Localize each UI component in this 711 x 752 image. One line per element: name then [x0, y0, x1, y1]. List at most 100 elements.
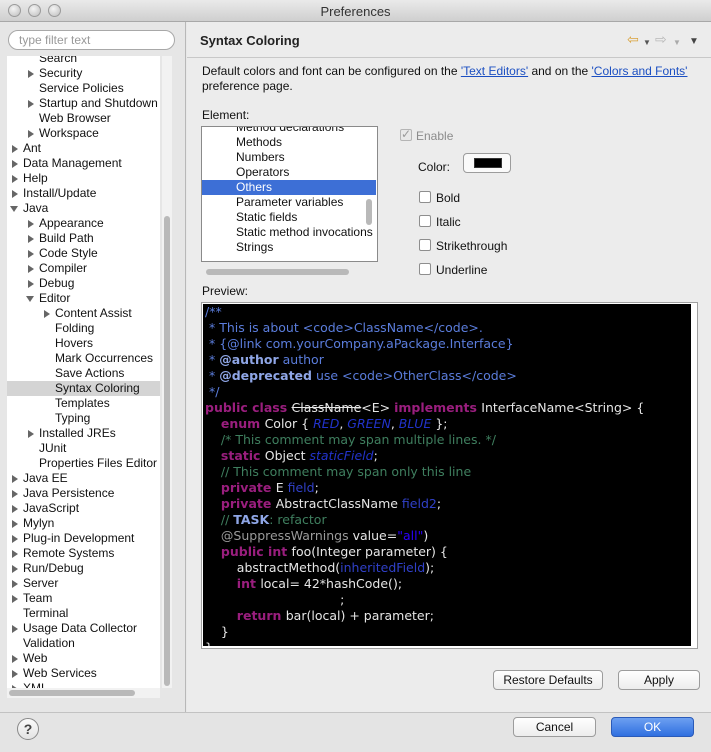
- tree-item[interactable]: Java: [7, 201, 160, 216]
- tree-item[interactable]: Run/Debug: [7, 561, 160, 576]
- tree-item[interactable]: Search: [7, 56, 160, 66]
- collapsed-triangle-icon[interactable]: [28, 70, 34, 78]
- tree-item[interactable]: Hovers: [7, 336, 160, 351]
- collapsed-triangle-icon[interactable]: [28, 130, 34, 138]
- strikethrough-checkbox[interactable]: [419, 239, 431, 251]
- tree-item[interactable]: Code Style: [7, 246, 160, 261]
- element-list-item[interactable]: Numbers: [202, 150, 376, 165]
- tree-item[interactable]: Terminal: [7, 606, 160, 621]
- bold-checkbox[interactable]: [419, 191, 431, 203]
- tree-item[interactable]: Appearance: [7, 216, 160, 231]
- tree-horizontal-scrollbar[interactable]: [7, 688, 160, 698]
- back-dropdown-icon[interactable]: ▼: [643, 36, 651, 50]
- tree-item[interactable]: Server: [7, 576, 160, 591]
- tree-item[interactable]: Debug: [7, 276, 160, 291]
- collapsed-triangle-icon[interactable]: [28, 220, 34, 228]
- collapsed-triangle-icon[interactable]: [28, 430, 34, 438]
- scroll-thumb[interactable]: [164, 216, 170, 686]
- tree-item[interactable]: Security: [7, 66, 160, 81]
- cancel-button[interactable]: Cancel: [513, 717, 596, 737]
- tree-item[interactable]: Install/Update: [7, 186, 160, 201]
- collapsed-triangle-icon[interactable]: [12, 655, 18, 663]
- tree-item[interactable]: Installed JREs: [7, 426, 160, 441]
- preference-tree[interactable]: Search Security Service Policies Startup an…: [7, 56, 160, 688]
- collapsed-triangle-icon[interactable]: [12, 625, 18, 633]
- tree-item[interactable]: Typing: [7, 411, 160, 426]
- element-list-item[interactable]: Parameter variables: [202, 195, 376, 210]
- tree-item[interactable]: Java Persistence: [7, 486, 160, 501]
- tree-item[interactable]: Save Actions: [7, 366, 160, 381]
- ok-button[interactable]: OK: [611, 717, 694, 737]
- tree-item[interactable]: Startup and Shutdown: [7, 96, 160, 111]
- collapsed-triangle-icon[interactable]: [28, 100, 34, 108]
- collapsed-triangle-icon[interactable]: [12, 535, 18, 543]
- collapsed-triangle-icon[interactable]: [12, 145, 18, 153]
- color-picker-button[interactable]: [463, 153, 511, 173]
- collapsed-triangle-icon[interactable]: [12, 520, 18, 528]
- collapsed-triangle-icon[interactable]: [12, 505, 18, 513]
- italic-checkbox[interactable]: [419, 215, 431, 227]
- tree-item[interactable]: Java EE: [7, 471, 160, 486]
- tree-item[interactable]: Usage Data Collector: [7, 621, 160, 636]
- apply-button[interactable]: Apply: [618, 670, 700, 690]
- tree-item[interactable]: Web Services: [7, 666, 160, 681]
- tree-item[interactable]: Templates: [7, 396, 160, 411]
- element-list-vertical-scroll-thumb[interactable]: [366, 199, 372, 225]
- tree-item[interactable]: Data Management: [7, 156, 160, 171]
- collapsed-triangle-icon[interactable]: [12, 550, 18, 558]
- element-list-horizontal-scroll-thumb[interactable]: [206, 269, 349, 275]
- collapsed-triangle-icon[interactable]: [12, 175, 18, 183]
- tree-vertical-scrollbar[interactable]: [162, 56, 172, 688]
- underline-checkbox[interactable]: [419, 263, 431, 275]
- collapsed-triangle-icon[interactable]: [12, 580, 18, 588]
- tree-item[interactable]: JavaScript: [7, 501, 160, 516]
- text-editors-link[interactable]: 'Text Editors': [461, 64, 528, 78]
- tree-item[interactable]: Properties Files Editor: [7, 456, 160, 471]
- help-icon[interactable]: ?: [17, 718, 39, 740]
- collapsed-triangle-icon[interactable]: [12, 670, 18, 678]
- expanded-triangle-icon[interactable]: [26, 296, 34, 302]
- collapsed-triangle-icon[interactable]: [12, 190, 18, 198]
- element-list-item[interactable]: Methods: [202, 135, 376, 150]
- tree-item[interactable]: XML: [7, 681, 160, 688]
- enable-checkbox[interactable]: [400, 127, 412, 141]
- collapsed-triangle-icon[interactable]: [28, 250, 34, 258]
- forward-dropdown-icon[interactable]: ▼: [673, 36, 681, 50]
- view-menu-icon[interactable]: ▼: [689, 35, 699, 49]
- restore-defaults-button[interactable]: Restore Defaults: [493, 670, 603, 690]
- element-list-item[interactable]: Others: [202, 180, 376, 195]
- forward-arrow-icon[interactable]: ⇨: [655, 32, 667, 46]
- tree-item[interactable]: Mark Occurrences: [7, 351, 160, 366]
- colors-and-fonts-link[interactable]: 'Colors and Fonts': [592, 64, 688, 78]
- tree-item[interactable]: Ant: [7, 141, 160, 156]
- tree-item[interactable]: Web: [7, 651, 160, 666]
- tree-item[interactable]: Workspace: [7, 126, 160, 141]
- scroll-thumb[interactable]: [9, 690, 135, 696]
- code-preview[interactable]: /** * This is about <code>ClassName</cod…: [203, 304, 691, 646]
- collapsed-triangle-icon[interactable]: [12, 160, 18, 168]
- collapsed-triangle-icon[interactable]: [12, 595, 18, 603]
- element-list-item[interactable]: Strings: [202, 240, 376, 255]
- tree-item[interactable]: Build Path: [7, 231, 160, 246]
- tree-item[interactable]: Content Assist: [7, 306, 160, 321]
- element-list-item[interactable]: Operators: [202, 165, 376, 180]
- collapsed-triangle-icon[interactable]: [28, 265, 34, 273]
- expanded-triangle-icon[interactable]: [10, 206, 18, 212]
- tree-item[interactable]: Editor: [7, 291, 160, 306]
- tree-item[interactable]: Validation: [7, 636, 160, 651]
- tree-item[interactable]: Plug-in Development: [7, 531, 160, 546]
- element-list[interactable]: Method declarations Methods Numbers Operato…: [201, 126, 378, 262]
- tree-item[interactable]: Web Browser: [7, 111, 160, 126]
- tree-item[interactable]: Help: [7, 171, 160, 186]
- tree-item[interactable]: JUnit: [7, 441, 160, 456]
- collapsed-triangle-icon[interactable]: [28, 235, 34, 243]
- back-arrow-icon[interactable]: ⇦: [627, 32, 639, 46]
- collapsed-triangle-icon[interactable]: [28, 280, 34, 288]
- collapsed-triangle-icon[interactable]: [12, 490, 18, 498]
- element-list-item[interactable]: Static method invocations: [202, 225, 376, 240]
- collapsed-triangle-icon[interactable]: [12, 565, 18, 573]
- tree-item[interactable]: Compiler: [7, 261, 160, 276]
- tree-item[interactable]: Mylyn: [7, 516, 160, 531]
- tree-item[interactable]: Team: [7, 591, 160, 606]
- tree-item[interactable]: Folding: [7, 321, 160, 336]
